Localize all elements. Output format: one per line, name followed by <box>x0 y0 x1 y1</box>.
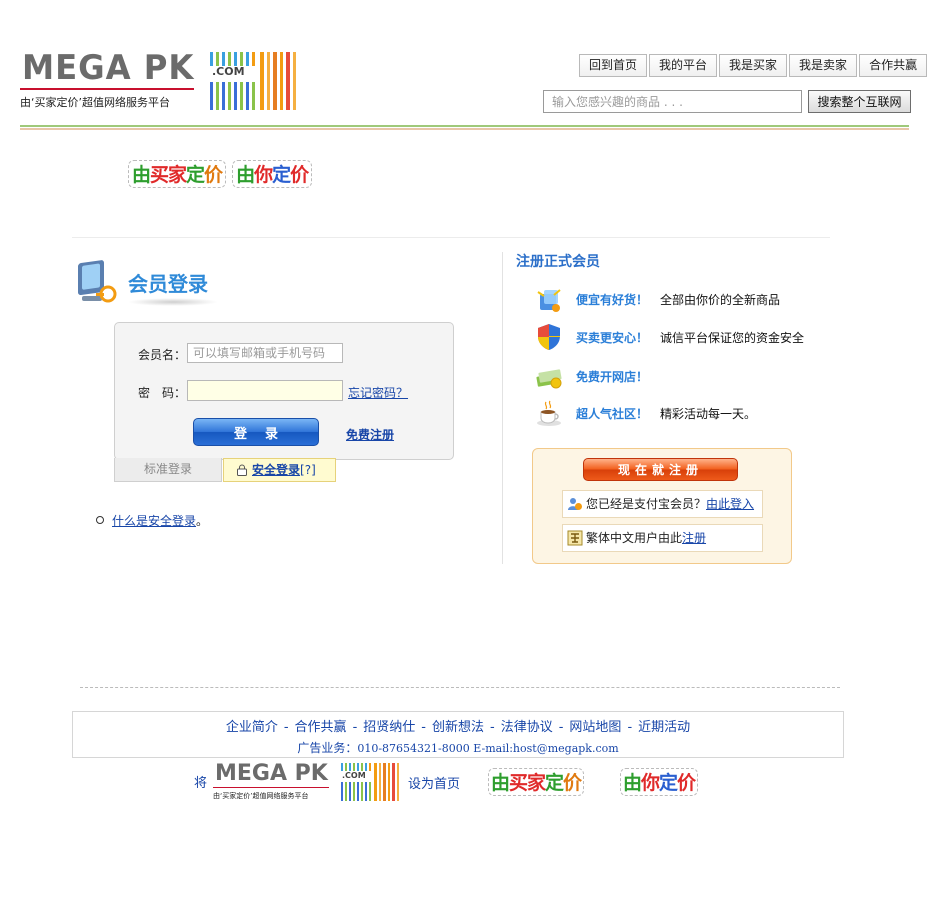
login-title: 会员登录 <box>128 272 208 296</box>
slogan-banner: 由买家定价 由你定价 <box>128 160 313 188</box>
feature-head: 免费开网店！ <box>576 369 649 384</box>
traditional-chinese-icon <box>567 530 583 546</box>
feature-head: 便宜有好货！ <box>576 292 649 307</box>
footer-badge-your-price[interactable]: 由你定价 <box>620 768 699 796</box>
logo-underline <box>20 88 194 90</box>
contact-label: 广告业务： <box>297 741 358 755</box>
footer-logo-domain-text: .COM <box>342 771 366 780</box>
site-logo[interactable]: MEGA PK 由‘买家定价’超值网络服务平台 .COM <box>20 50 310 112</box>
vertical-divider <box>502 252 503 564</box>
money-stack-icon <box>536 369 562 389</box>
footer-link-ideas[interactable]: 创新想法 <box>432 720 484 735</box>
feature-head: 超人气社区！ <box>576 406 649 421</box>
traditional-register-link[interactable]: 注册 <box>682 531 706 545</box>
traditional-register-row: 繁体中文用户由此注册 <box>562 524 763 552</box>
footer-link-about[interactable]: 企业简介 <box>226 720 278 735</box>
feature-item: 超人气社区！ 精彩活动每一天。 <box>534 398 756 428</box>
contact-value: 010-87654321-8000 E-mail:host@megapk.com <box>357 742 619 755</box>
password-label: 密 码： <box>138 386 187 400</box>
footer-link-events[interactable]: 近期活动 <box>638 720 690 735</box>
nav-my-platform[interactable]: 我的平台 <box>649 54 718 77</box>
search-button[interactable]: 搜索整个互联网 <box>808 90 911 113</box>
monitor-key-icon <box>78 260 117 303</box>
secure-login-help[interactable]: [?] <box>300 463 316 477</box>
footer-box: 企业简介 - 合作共赢 - 招贤纳仕 - 创新想法 - 法律协议 - 网站地图 - 近期活动 广告业务：… <box>72 711 844 758</box>
bullet-circle-icon <box>96 516 104 524</box>
help-suffix: 。 <box>196 514 209 528</box>
footer-logo-underline <box>213 787 329 788</box>
traditional-text: 繁体中文用户由此 <box>586 531 683 545</box>
slogan-badge-your-price: 由你定价 <box>232 160 313 188</box>
forgot-password-link[interactable]: 忘记密码？ <box>348 384 408 401</box>
footer-logo-wordmark: MEGA PK <box>215 761 328 786</box>
tab-secure-login[interactable]: 安全登录[?] <box>223 458 336 482</box>
feature-item: 免费开网店！ <box>534 361 660 391</box>
feature-desc: 诚信平台保证您的资金安全 <box>660 330 805 345</box>
content-divider <box>72 237 830 238</box>
logo-wordmark: MEGA PK <box>22 48 195 88</box>
alipay-text: 您已经是支付宝会员？ <box>586 497 707 511</box>
shopping-bag-icon <box>537 289 561 312</box>
footer-logo[interactable]: MEGA PK 由‘买家定价’超值网络服务平台 .COM <box>213 762 408 802</box>
slogan-badge-buyer-price: 由买家定价 <box>128 160 227 188</box>
secure-login-label: 安全登录 <box>252 463 301 477</box>
shield-icon <box>538 324 560 350</box>
footer-barcode-icon: .COM <box>341 763 399 801</box>
nav-buyer[interactable]: 我是买家 <box>719 54 788 77</box>
footer-links: 企业简介 - 合作共赢 - 招贤纳仕 - 创新想法 - 法律协议 - 网站地图 - 近期活动 <box>225 720 691 735</box>
coffee-cup-icon <box>537 400 561 426</box>
login-title-shadow <box>128 298 218 306</box>
search-input[interactable] <box>543 90 802 113</box>
nav-cooperation[interactable]: 合作共赢 <box>859 54 928 77</box>
tab-standard-login[interactable]: 标准登录 <box>114 458 222 482</box>
username-label: 会员名： <box>138 348 187 362</box>
alipay-login-link[interactable]: 由此登入 <box>706 497 754 511</box>
password-input[interactable] <box>187 380 343 401</box>
logo-tagline: 由‘买家定价’超值网络服务平台 <box>20 96 170 109</box>
nav-seller[interactable]: 我是卖家 <box>789 54 858 77</box>
free-register-link[interactable]: 免费注册 <box>346 426 394 443</box>
feature-head: 买卖更安心！ <box>576 330 649 345</box>
username-input[interactable] <box>187 343 343 363</box>
set-homepage-link[interactable]: 设为首页 <box>408 773 460 792</box>
footer-link-sitemap[interactable]: 网站地图 <box>569 720 621 735</box>
register-now-button[interactable]: 现在就注册 <box>583 458 738 481</box>
barcode-logo-icon: .COM <box>210 52 296 110</box>
user-icon <box>568 498 582 510</box>
login-button[interactable]: 登录 <box>193 418 319 446</box>
logo-domain-text: .COM <box>212 65 245 78</box>
footer-logo-tagline: 由‘买家定价’超值网络服务平台 <box>213 792 309 800</box>
header-divider <box>20 125 909 131</box>
feature-desc: 精彩活动每一天。 <box>660 406 757 421</box>
feature-item: 买卖更安心！ 诚信平台保证您的资金安全 <box>534 322 804 352</box>
register-title: 注册正式会员 <box>516 254 600 270</box>
what-is-secure-login-link[interactable]: 什么是安全登录 <box>112 514 196 528</box>
footer-badge-buyer-price[interactable]: 由买家定价 <box>488 768 585 796</box>
top-navigation: 回到首页 我的平台 我是买家 我是卖家 合作共赢 <box>579 54 928 77</box>
footer-jiang-text: 将 <box>194 776 208 791</box>
nav-home[interactable]: 回到首页 <box>579 54 648 77</box>
feature-item: 便宜有好货！ 全部由你价的全新商品 <box>534 284 780 314</box>
footer-link-legal[interactable]: 法律协议 <box>501 720 553 735</box>
lock-icon <box>237 464 247 476</box>
secure-login-help-item: 什么是安全登录。 <box>96 512 208 529</box>
feature-desc: 全部由你价的全新商品 <box>660 292 781 307</box>
footer-link-cooperation[interactable]: 合作共赢 <box>295 720 347 735</box>
footer-contact: 广告业务：010-87654321-8000 E-mail:host@megap… <box>73 739 843 756</box>
footer-dashed-divider <box>80 687 840 688</box>
footer-link-careers[interactable]: 招贤纳仕 <box>363 720 415 735</box>
alipay-login-row: 您已经是支付宝会员？由此登入 <box>562 490 763 518</box>
